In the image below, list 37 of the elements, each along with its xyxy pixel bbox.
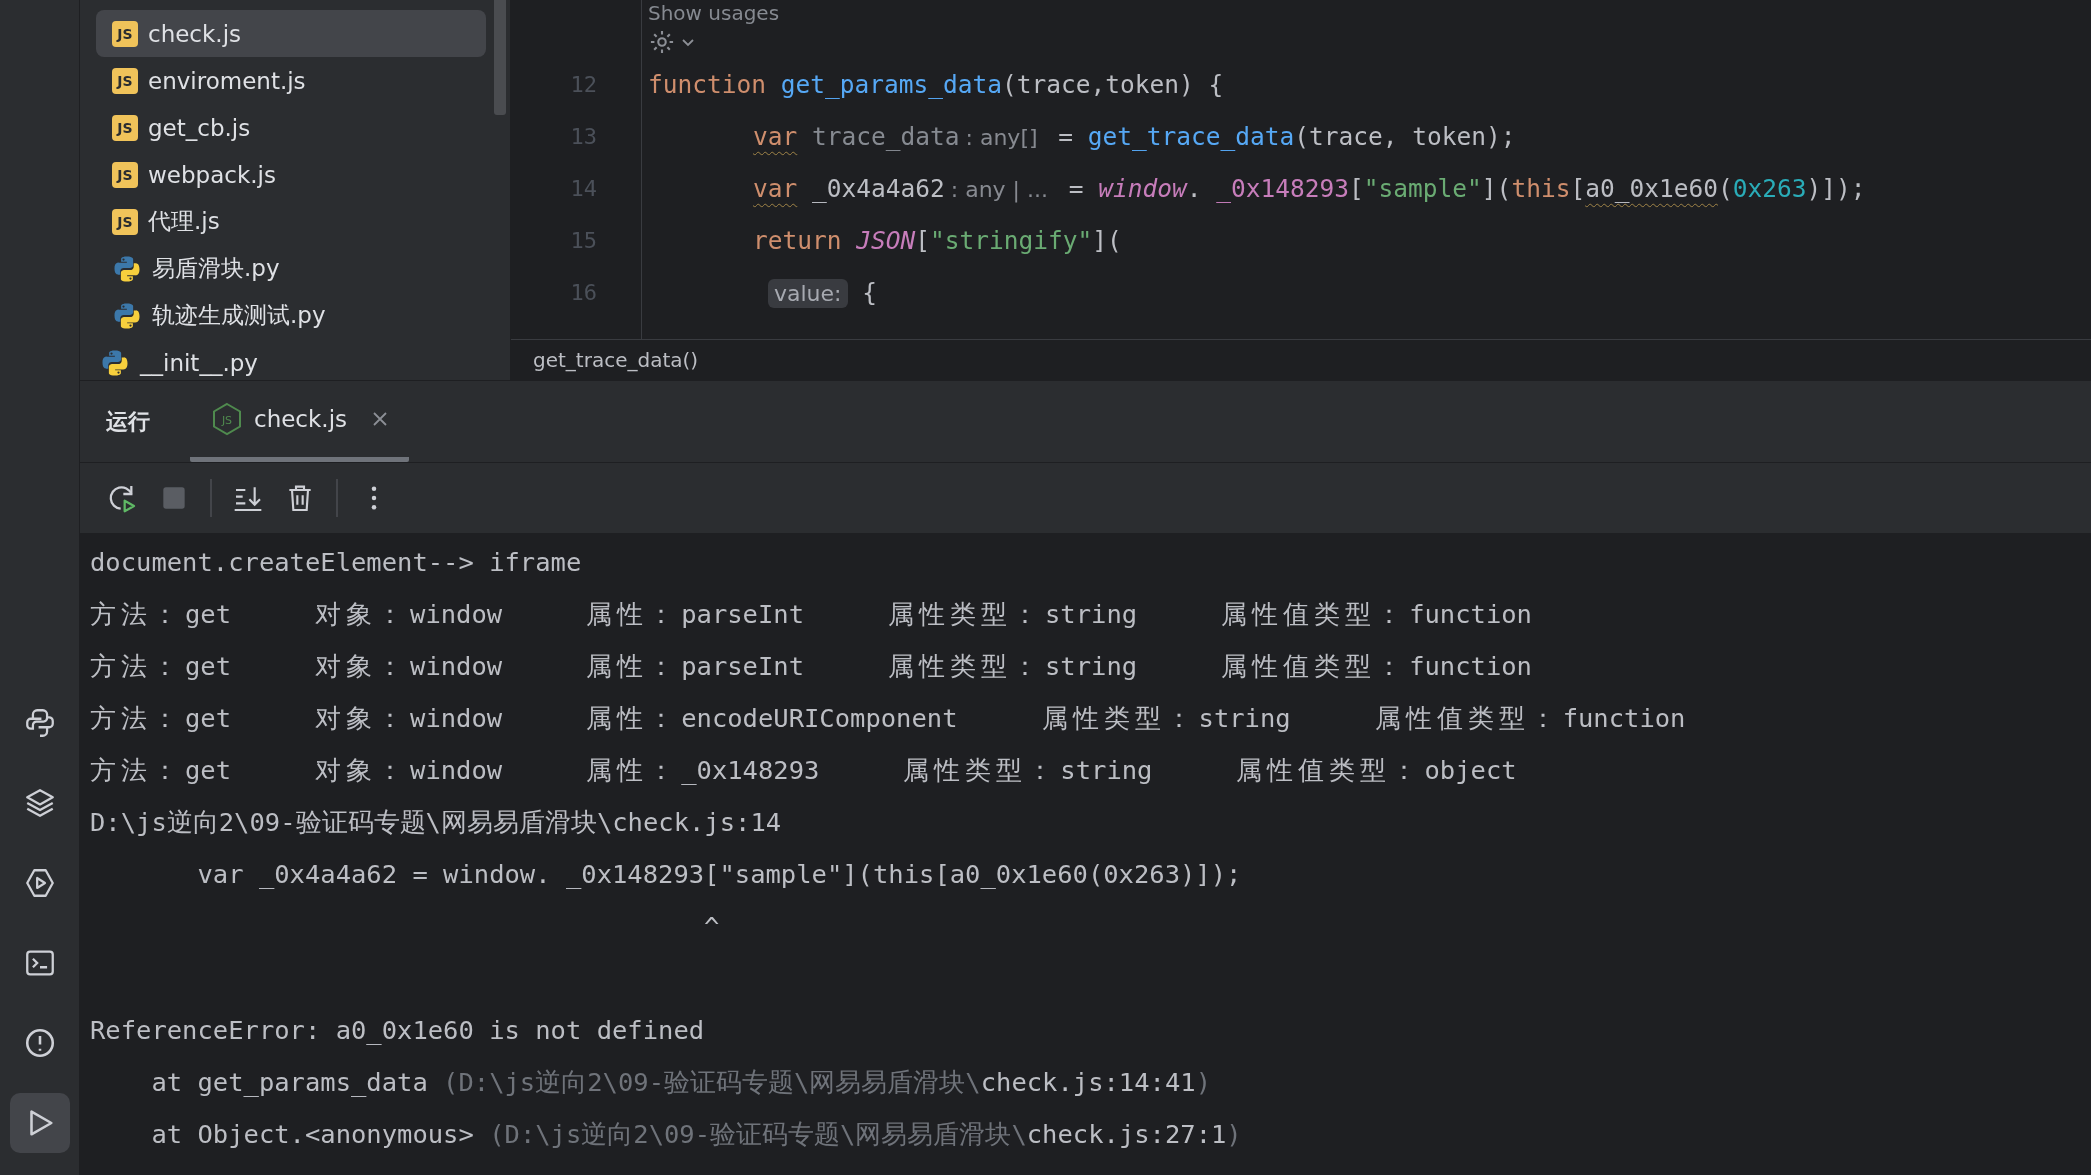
tool-window-button[interactable] xyxy=(9,1093,70,1153)
js-file-icon: JS xyxy=(112,161,138,188)
file-item[interactable]: JS check.js xyxy=(96,10,486,57)
console-line: var _0x4a4a62 = window. _0x148293["sample"](this[a0_0x1e60(0x263)]); xyxy=(196,858,1242,891)
code-line: function get_params_data(trace,token) { xyxy=(648,69,1224,99)
file-item[interactable]: JS webpack.js xyxy=(96,151,486,198)
code-line: var trace_data : any[] = get_trace_data(trace, token); xyxy=(753,121,1516,151)
file-item[interactable]: __init__.py xyxy=(80,339,486,380)
console-line: ^ xyxy=(703,910,720,943)
js-file-icon: JS xyxy=(112,114,138,141)
file-item[interactable]: JS get_cb.js xyxy=(96,104,486,151)
js-file-icon: JS xyxy=(112,20,138,47)
console-line: ReferenceError: a0_0x1e60 is not defined xyxy=(90,1014,705,1047)
console-line: at Object.<anonymous> (D:\js逆向2\09-验证码专题\网易易盾滑块\check.js:27:1) xyxy=(150,1118,1242,1151)
js-file-icon: JS xyxy=(112,67,138,94)
console-line: 方法：get 对象：window 属性：_0x148293 属性类型：string 属性值类型：object xyxy=(90,754,1518,787)
js-file-icon: JS xyxy=(112,208,138,235)
gear-icon[interactable] xyxy=(648,28,676,56)
console-line: 方法：get 对象：window 属性：parseInt 属性类型：string 属性值类型：function xyxy=(90,598,1533,631)
scrollbar-thumb[interactable] xyxy=(494,0,506,115)
console-line: at get_params_data (D:\js逆向2\09-验证码专题\网易易盾滑块\check.js:14:41) xyxy=(150,1066,1211,1099)
console-line: D:\js逆向2\09-验证码专题\网易易盾滑块\check.js:14 xyxy=(90,806,782,839)
nodejs-icon: JS xyxy=(210,402,244,436)
code-line: return JSON["stringify"]( xyxy=(753,225,1122,255)
breadcrumb[interactable]: get_trace_data() xyxy=(533,348,699,372)
console-line: document.createElement--> iframe xyxy=(90,546,582,579)
console-line: 方法：get 对象：window 属性：encodeURIComponent 属性类型：string 属性值类型：function xyxy=(90,702,1687,735)
code-line: var _0x4a4a62 : any | ... = window. _0x148293["sample"](this[a0_0x1e60(0x263)]); xyxy=(753,173,1866,203)
panel-title: 运行 xyxy=(106,407,150,436)
file-item[interactable]: 轨迹生成测试.py xyxy=(96,292,486,339)
file-item[interactable]: 易盾滑块.py xyxy=(96,245,486,292)
file-item[interactable]: JS 代理.js xyxy=(96,198,486,245)
file-item[interactable]: JS enviroment.js xyxy=(96,57,486,104)
usages-hint[interactable]: Show usages xyxy=(642,0,780,26)
close-icon[interactable] xyxy=(371,410,390,428)
console-line: 方法：get 对象：window 属性：parseInt 属性类型：string 属性值类型：function xyxy=(90,650,1533,683)
code-line: value: { xyxy=(768,277,878,307)
